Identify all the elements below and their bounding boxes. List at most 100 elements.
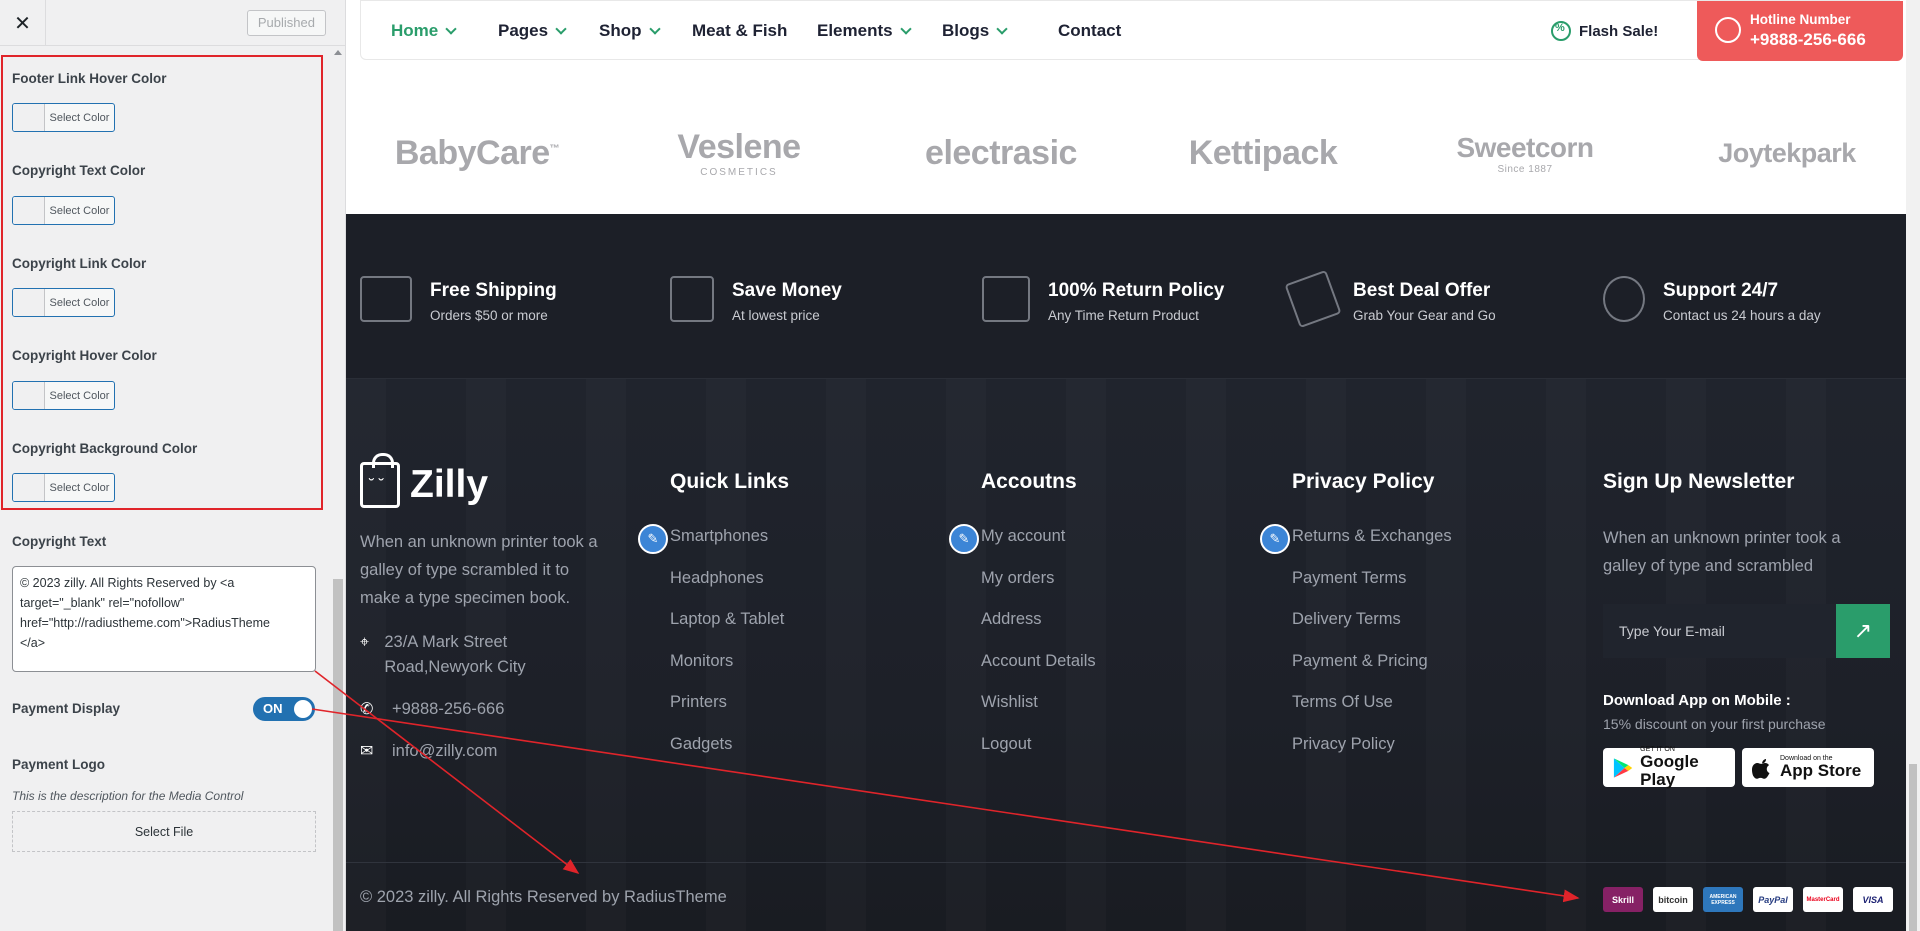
nav-item-blogs[interactable]: Blogs: [942, 21, 1008, 41]
nav-item-meat-fish[interactable]: Meat & Fish: [692, 21, 787, 41]
brand-logo-babycare[interactable]: BabyCare™: [346, 92, 608, 214]
published-button[interactable]: Published: [246, 10, 326, 36]
toggle-knob: [294, 700, 312, 718]
edit-shortcut-icon[interactable]: ✎: [949, 524, 979, 554]
hotline-number: +9888-256-666: [1750, 30, 1866, 49]
download-app-subtitle: 15% discount on your first purchase: [1603, 716, 1826, 732]
footer-col-title-newsletter: Sign Up Newsletter: [1603, 470, 1795, 493]
copyright-text-color-label: Copyright Text Color: [12, 163, 146, 178]
copyright-link-color-button[interactable]: Select Color: [12, 288, 115, 317]
copyright-text-color-button[interactable]: Select Color: [12, 196, 115, 225]
scroll-up-arrow-icon[interactable]: [334, 50, 342, 55]
close-icon: ✕: [14, 12, 31, 35]
footer-link[interactable]: Privacy Policy: [1292, 733, 1452, 775]
edit-shortcut-icon[interactable]: ✎: [1260, 524, 1290, 554]
copyright-text: © 2023 zilly. All Rights Reserved by Rad…: [360, 888, 727, 906]
footer-link[interactable]: Logout: [981, 733, 1096, 775]
nav-item-elements[interactable]: Elements: [817, 21, 912, 41]
visa-logo-icon: VISA: [1853, 887, 1893, 912]
footer-link[interactable]: Monitors: [670, 650, 784, 692]
nav-item-home[interactable]: Home: [391, 21, 457, 41]
nav-item-pages[interactable]: Pages: [498, 21, 567, 41]
footer-quick-links-list: Smartphones Headphones Laptop & Tablet M…: [670, 525, 784, 774]
footer-link[interactable]: My orders: [981, 567, 1096, 609]
deal-tag-icon: [1284, 269, 1342, 329]
footer-divider: [346, 862, 1920, 863]
app-store-button[interactable]: Download on the App Store: [1742, 748, 1874, 787]
footer-link[interactable]: Headphones: [670, 567, 784, 609]
service-best-deal: Best Deal Offer Grab Your Gear and Go: [1284, 269, 1496, 329]
phone-icon: [1715, 17, 1741, 43]
site-preview: Home Pages Shop Meat & Fish Elements Blo…: [346, 0, 1920, 931]
preview-scroll-thumb[interactable]: [1909, 764, 1917, 931]
shopping-bag-logo-icon: [360, 453, 400, 508]
footer-link[interactable]: Payment Terms: [1292, 567, 1452, 609]
footer-link[interactable]: Account Details: [981, 650, 1096, 692]
skrill-logo-icon: Skrill: [1603, 887, 1643, 912]
arrow-up-right-icon: ↗: [1853, 618, 1873, 643]
close-customizer-button[interactable]: ✕: [0, 0, 46, 46]
google-play-button[interactable]: GET IT ON Google Play: [1603, 746, 1735, 789]
footer-phone[interactable]: ✆ +9888-256-666: [360, 697, 504, 722]
google-play-icon: [1613, 757, 1633, 778]
hotline-box[interactable]: Hotline Number +9888-256-666: [1697, 1, 1903, 61]
footer-col-title-privacy-policy: Privacy Policy: [1292, 470, 1435, 493]
brand-logo-electrasic[interactable]: electrasic: [870, 92, 1132, 214]
copyright-background-color-button[interactable]: Select Color: [12, 473, 115, 502]
brand-logo-kettipack[interactable]: Kettipack: [1132, 92, 1394, 214]
mastercard-logo-icon: MasterCard: [1803, 887, 1843, 912]
color-swatch: [13, 289, 45, 316]
footer-logo[interactable]: Zilly: [360, 453, 488, 508]
brand-logo-sweetcorn[interactable]: Sweetcorn Since 1887: [1394, 92, 1656, 214]
color-swatch: [13, 197, 45, 224]
footer-link[interactable]: Returns & Exchanges: [1292, 525, 1452, 567]
envelope-icon: ✉: [360, 743, 374, 760]
copyright-hover-color-button[interactable]: Select Color: [12, 381, 115, 410]
edit-shortcut-icon[interactable]: ✎: [638, 524, 668, 554]
footer-link[interactable]: Delivery Terms: [1292, 608, 1452, 650]
footer-link-hover-color-button[interactable]: Select Color: [12, 103, 115, 132]
copyright-text-label: Copyright Text: [12, 534, 107, 549]
nav-item-shop[interactable]: Shop: [599, 21, 661, 41]
color-swatch: [13, 104, 45, 131]
footer-link[interactable]: Wishlist: [981, 691, 1096, 733]
payment-logo-label: Payment Logo: [12, 757, 106, 772]
footer-link[interactable]: Address: [981, 608, 1096, 650]
flash-sale-link[interactable]: Flash Sale!: [1551, 21, 1658, 41]
newsletter-email-input[interactable]: [1603, 604, 1836, 658]
copyright-text-textarea[interactable]: © 2023 zilly. All Rights Reserved by <a …: [12, 566, 316, 672]
main-navigation: Home Pages Shop Meat & Fish Elements Blo…: [360, 0, 1903, 61]
footer-link[interactable]: Payment & Pricing: [1292, 650, 1452, 692]
footer-link[interactable]: Printers: [670, 691, 784, 733]
brand-logo-veslene[interactable]: Veslene COSMETICS: [608, 92, 870, 214]
panel-scrollbar[interactable]: [331, 46, 345, 931]
service-free-shipping: Free Shipping Orders $50 or more: [360, 276, 557, 323]
newsletter-submit-button[interactable]: ↗: [1836, 604, 1890, 658]
payment-display-toggle[interactable]: ON: [253, 697, 315, 721]
footer-link[interactable]: Terms Of Use: [1292, 691, 1452, 733]
phone-icon: ✆: [360, 701, 374, 718]
footer-link[interactable]: Gadgets: [670, 733, 784, 775]
media-control-description: This is the description for the Media Co…: [12, 789, 244, 803]
discount-badge-icon: [1551, 21, 1571, 41]
money-hand-icon: [670, 276, 714, 322]
footer-email[interactable]: ✉ info@zilly.com: [360, 739, 497, 764]
select-file-button[interactable]: Select File: [12, 811, 316, 852]
hotline-label: Hotline Number: [1750, 12, 1851, 27]
panel-header: ✕ Published: [0, 0, 345, 46]
color-swatch: [13, 382, 45, 409]
nav-item-contact[interactable]: Contact: [1058, 21, 1121, 41]
footer-privacy-list: Returns & Exchanges Payment Terms Delive…: [1292, 525, 1452, 774]
service-save-money: Save Money At lowest price: [670, 276, 842, 323]
panel-scroll-thumb[interactable]: [333, 579, 343, 931]
footer-link-hover-color-label: Footer Link Hover Color: [12, 71, 167, 86]
footer-link[interactable]: Laptop & Tablet: [670, 608, 784, 650]
footer-link[interactable]: Smartphones: [670, 525, 784, 567]
service-return-policy: 100% Return Policy Any Time Return Produc…: [982, 276, 1224, 323]
copyright-hover-color-label: Copyright Hover Color: [12, 348, 157, 363]
footer-link[interactable]: My account: [981, 525, 1096, 567]
newsletter-text: When an unknown printer took a galley of…: [1603, 529, 1841, 575]
preview-scrollbar[interactable]: [1906, 0, 1920, 931]
copyright-background-color-label: Copyright Background Color: [12, 441, 198, 456]
brand-logo-joytekpark[interactable]: Joytekpark: [1656, 92, 1918, 214]
